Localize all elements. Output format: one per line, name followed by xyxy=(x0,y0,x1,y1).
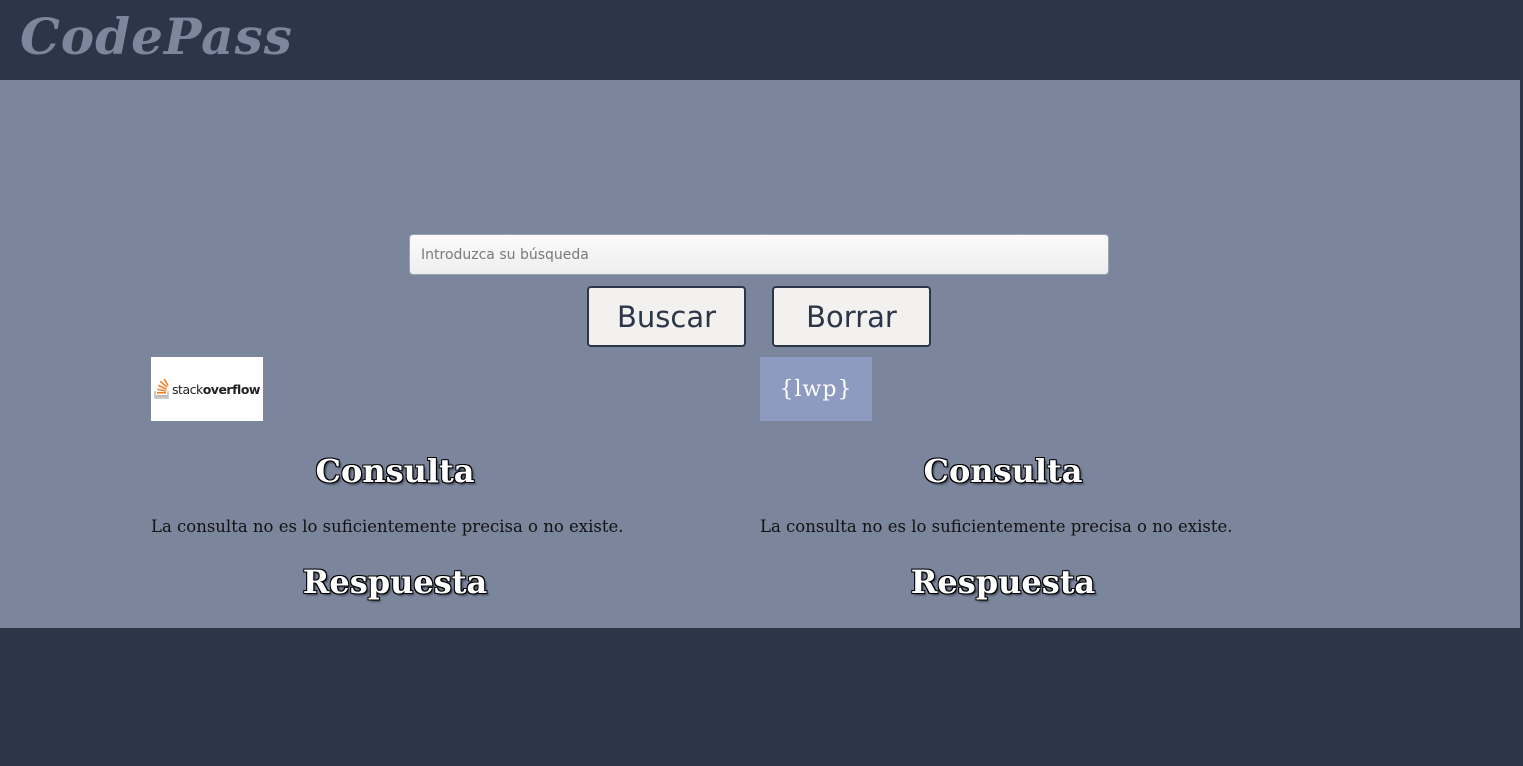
search-input[interactable] xyxy=(409,234,1109,275)
query-heading: Consulta xyxy=(315,452,475,490)
top-header: CodePass xyxy=(0,0,1523,80)
main-content: Buscar Borrar stackoverflow Consulta La … xyxy=(0,80,1520,628)
answer-heading: Respuesta xyxy=(302,563,488,601)
clear-button[interactable]: Borrar xyxy=(772,286,931,347)
query-message: La consulta no es lo suficientemente pre… xyxy=(760,517,1233,536)
stack-icon xyxy=(154,379,169,399)
lwp-logo-icon[interactable]: {lwp} xyxy=(760,357,872,421)
result-column-stackoverflow: stack overflow Consulta La consulta no es… xyxy=(151,357,639,601)
result-column-lwp: {lwp} Consulta La consulta no es lo sufi… xyxy=(760,357,1248,601)
search-button[interactable]: Buscar xyxy=(587,286,746,347)
answer-heading: Respuesta xyxy=(910,563,1096,601)
query-message: La consulta no es lo suficientemente pre… xyxy=(151,517,624,536)
stackoverflow-logo-text-bold: overflow xyxy=(202,381,261,397)
brand-logo[interactable]: CodePass xyxy=(20,6,293,68)
lwp-logo-text: {lwp} xyxy=(779,376,853,402)
stackoverflow-logo-icon[interactable]: stack overflow xyxy=(151,357,263,421)
stackoverflow-logo-text-regular: stack xyxy=(172,381,203,397)
query-heading: Consulta xyxy=(923,452,1083,490)
